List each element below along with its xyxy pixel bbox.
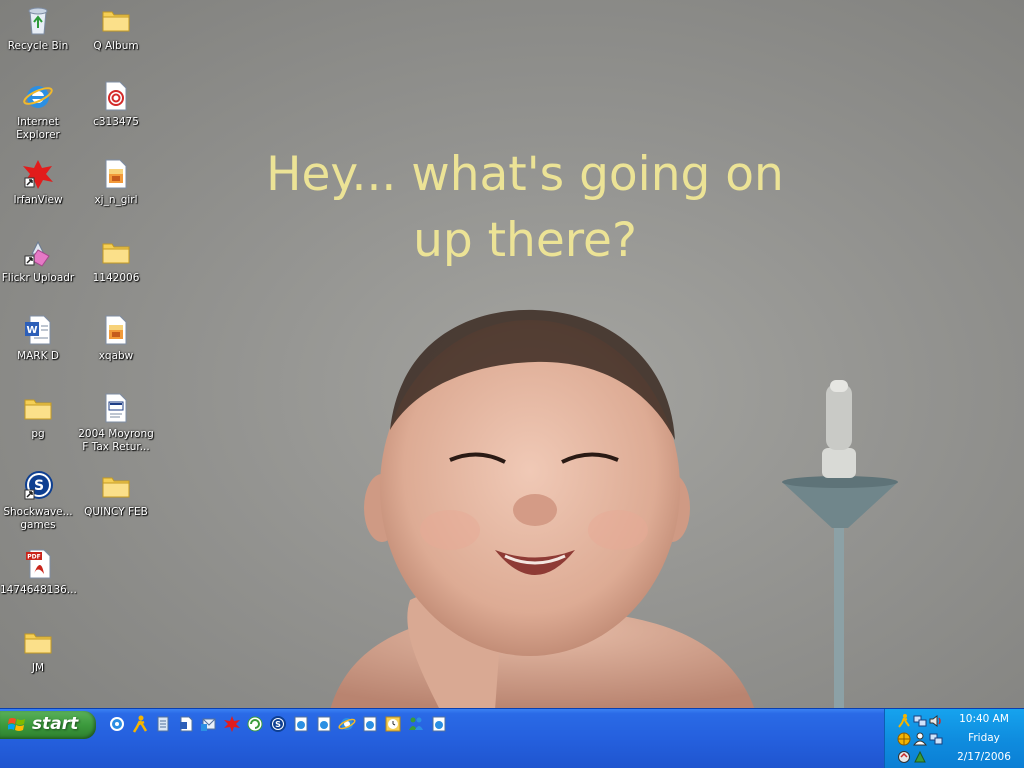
- notepad-icon[interactable]: [154, 715, 172, 733]
- desktop[interactable]: Hey... what's going on up there? Recycle…: [0, 0, 1024, 708]
- aim-tray-icon[interactable]: [897, 714, 911, 728]
- start-button[interactable]: start: [0, 711, 96, 739]
- ie-page-icon[interactable]: [292, 715, 310, 733]
- security-tray-icon[interactable]: [897, 750, 911, 764]
- folder-icon: [102, 11, 130, 32]
- svg-text:W: W: [26, 325, 37, 336]
- tax-document-icon: [105, 393, 127, 423]
- desktop-icon-pdf-file[interactable]: PDF 1474648136...: [0, 548, 77, 597]
- svg-text:S: S: [34, 478, 44, 494]
- start-button-label: start: [32, 714, 79, 734]
- desktop-icon-label: IrfanView: [13, 194, 63, 206]
- refresh-icon[interactable]: [246, 715, 264, 733]
- desktop-icon-jm[interactable]: JM: [0, 626, 76, 675]
- desktop-icon-mark-d[interactable]: W MARK D: [0, 314, 76, 363]
- internet-explorer-icon[interactable]: [338, 715, 356, 733]
- desktop-icon-internet-explorer[interactable]: Internet Explorer: [0, 80, 76, 142]
- desktop-icon-quincy-feb[interactable]: QUINCY FEB: [78, 470, 154, 519]
- aim-icon[interactable]: [131, 715, 149, 733]
- image-file-icon: [105, 159, 127, 189]
- folder-icon: [24, 399, 52, 420]
- image-file-icon: [105, 315, 127, 345]
- desktop-icon-label: xj_n_girl: [94, 194, 138, 206]
- mail-icon[interactable]: [200, 715, 218, 733]
- flickr-uploadr-icon: [24, 240, 50, 267]
- desktop-icon-label: 1474648136...: [0, 584, 77, 596]
- update-tray-icon[interactable]: [913, 750, 927, 764]
- network-icon[interactable]: [913, 714, 927, 728]
- clock-time[interactable]: 10:40 AM: [945, 713, 1023, 725]
- desktop-icon-label: MARK D: [17, 350, 59, 362]
- ie-page-icon[interactable]: [361, 715, 379, 733]
- globe-icon[interactable]: [897, 732, 911, 746]
- shockwave-icon[interactable]: S: [269, 715, 287, 733]
- document-icon: [105, 81, 127, 111]
- desktop-icon-2004-tax-return[interactable]: 2004 Moyrong F Tax Retur...: [78, 392, 154, 454]
- word-document-icon: W: [25, 315, 51, 345]
- desktop-icon-label: c313475: [93, 116, 139, 128]
- desktop-icon-label: Q Album: [93, 40, 139, 52]
- desktop-icon-label: Internet Explorer: [16, 116, 60, 141]
- windows-messenger-icon[interactable]: [407, 715, 425, 733]
- clock-icon[interactable]: [384, 715, 402, 733]
- desktop-icon-label: pg: [31, 428, 45, 440]
- desktop-icon-label: Shockwave... games: [3, 506, 73, 531]
- clock-day[interactable]: Friday: [945, 732, 1023, 744]
- desktop-icon-flickr-uploadr[interactable]: Flickr Uploadr: [0, 236, 76, 285]
- wallpaper-caption: Hey... what's going on up there?: [220, 142, 830, 274]
- windows-logo-icon: [8, 718, 25, 731]
- folder-icon: [24, 633, 52, 654]
- network-icon[interactable]: [929, 732, 943, 746]
- wallpaper-caption-line-2: up there?: [413, 213, 637, 268]
- desktop-icon-label: 1142006: [92, 272, 140, 284]
- desktop-icon-q-album[interactable]: Q Album: [78, 4, 154, 53]
- document-icon[interactable]: [177, 715, 195, 733]
- desktop-icon-pg[interactable]: pg: [0, 392, 76, 441]
- svg-text:PDF: PDF: [27, 554, 40, 561]
- irfanview-icon[interactable]: [223, 715, 241, 733]
- shockwave-icon: S: [24, 471, 53, 500]
- pdf-icon: PDF: [26, 549, 51, 579]
- ie-page-icon[interactable]: [315, 715, 333, 733]
- recycle-bin-icon: [28, 7, 48, 35]
- ie-settings-icon[interactable]: [108, 715, 126, 733]
- desktop-icon-label: 2004 Moyrong F Tax Retur...: [78, 428, 154, 453]
- volume-icon[interactable]: [929, 714, 943, 728]
- desktop-icon-xj-n-girl[interactable]: xj_n_girl: [78, 158, 154, 207]
- wallpaper-caption-line-1: Hey... what's going on: [266, 147, 784, 202]
- wallpaper-baby-photo: [330, 309, 755, 708]
- messenger-tray-icon[interactable]: [913, 732, 927, 746]
- svg-text:S: S: [275, 720, 281, 729]
- folder-icon: [102, 243, 130, 264]
- desktop-icon-label: JM: [31, 662, 45, 674]
- desktop-icon-c313475[interactable]: c313475: [78, 80, 154, 129]
- taskbar[interactable]: start S 10:40 AM Friday 2/17/2006: [0, 708, 1024, 768]
- folder-icon: [102, 477, 130, 498]
- system-tray[interactable]: 10:40 AM Friday 2/17/2006: [884, 709, 1024, 768]
- desktop-icon-recycle-bin[interactable]: Recycle Bin: [0, 4, 76, 53]
- clock-date[interactable]: 2/17/2006: [945, 751, 1023, 763]
- desktop-icon-1142006[interactable]: 1142006: [78, 236, 154, 285]
- desktop-icon-label: xqabw: [98, 350, 134, 362]
- irfanview-icon: [23, 160, 53, 189]
- desktop-icon-irfanview[interactable]: IrfanView: [0, 158, 76, 207]
- desktop-icon-xqabw[interactable]: xqabw: [78, 314, 154, 363]
- wallpaper-lamp: [782, 380, 898, 708]
- ie-page-icon[interactable]: [430, 715, 448, 733]
- desktop-icon-label: Recycle Bin: [7, 40, 69, 52]
- desktop-icon-shockwave-games[interactable]: S Shockwave... games: [0, 470, 76, 532]
- desktop-icon-label: Flickr Uploadr: [1, 272, 75, 284]
- desktop-icon-label: QUINCY FEB: [84, 506, 148, 518]
- internet-explorer-icon: [23, 86, 53, 108]
